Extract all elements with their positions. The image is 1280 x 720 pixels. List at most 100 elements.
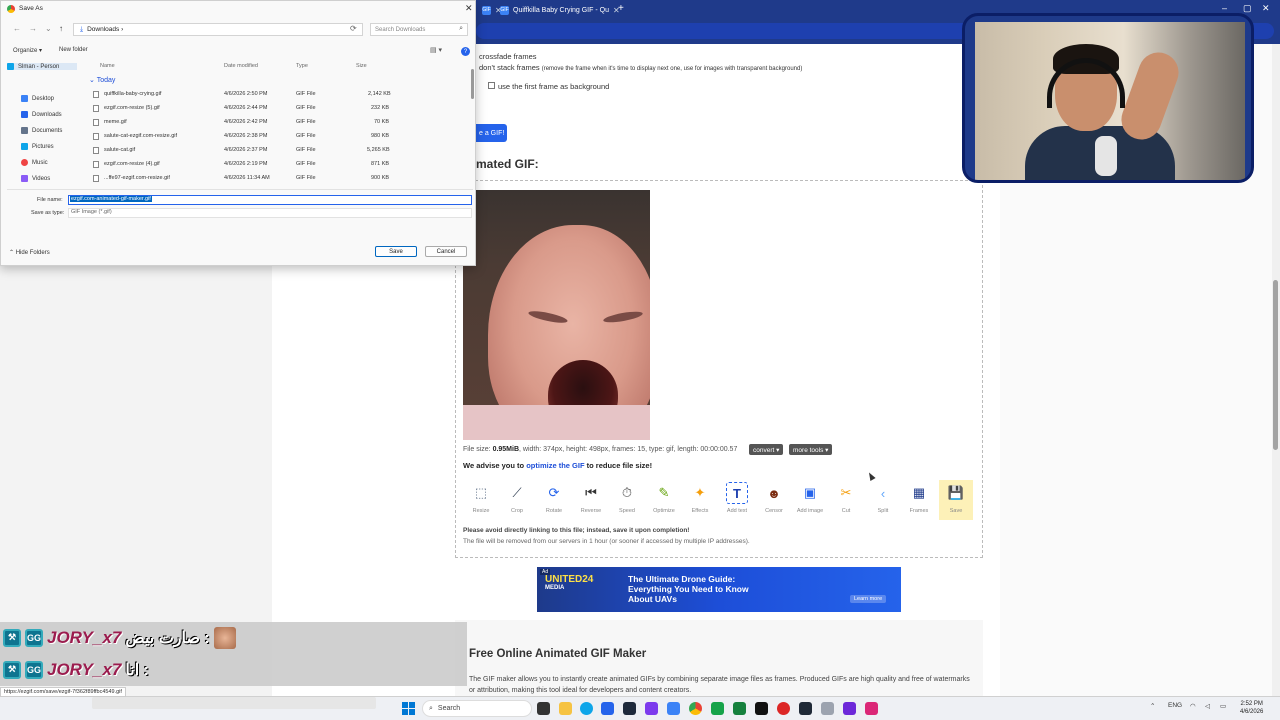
edge-icon[interactable]: [580, 702, 593, 715]
tool-optimize[interactable]: ✎ Optimize: [647, 480, 681, 520]
app-icon[interactable]: [865, 702, 878, 715]
refresh-icon[interactable]: ⟳: [350, 24, 357, 33]
tool-crop[interactable]: ⟋ Crop: [500, 480, 534, 520]
tool-effects[interactable]: ✦ Effects: [683, 480, 717, 520]
new-tab-button[interactable]: +: [618, 3, 624, 14]
group-header-today[interactable]: ⌄ Today: [89, 76, 115, 84]
nav-item-documents[interactable]: Documents: [21, 127, 91, 134]
app-icon[interactable]: [645, 702, 658, 715]
app-icon[interactable]: [777, 702, 790, 715]
crossfade-label: crossfade frames: [479, 52, 537, 61]
maximize-icon[interactable]: ▢: [1243, 3, 1252, 14]
browser-tab[interactable]: GIF ✕: [482, 2, 502, 18]
tiktok-icon[interactable]: [755, 702, 768, 715]
nav-item-pictures[interactable]: Pictures: [21, 143, 91, 150]
minimize-icon[interactable]: –: [1222, 3, 1227, 13]
browser-tab-active[interactable]: GIF Quiffkilla Baby Crying GIF - Qu ✕: [500, 2, 620, 18]
volume-icon[interactable]: ◁: [1205, 702, 1210, 710]
tool-add-text[interactable]: T Add text: [720, 480, 754, 520]
up-arrow-icon[interactable]: ↑: [59, 24, 63, 33]
help-icon[interactable]: ?: [461, 47, 470, 56]
advertisement-banner[interactable]: UNITED24 MEDIA The Ultimate Drone Guide: …: [537, 567, 901, 612]
file-row[interactable]: ezgif.com-resize (4).gif 4/6/2026 2:19 PM…: [93, 160, 468, 171]
language-indicator[interactable]: ENG: [1168, 702, 1182, 709]
app-icon[interactable]: [799, 702, 812, 715]
optimize-link[interactable]: optimize the GIF: [526, 461, 584, 470]
recent-chevron-icon[interactable]: ⌄: [45, 24, 52, 33]
dialog-search-input[interactable]: Search Downloads ⌕: [370, 23, 468, 36]
file-row[interactable]: meme.gif 4/6/2026 2:42 PM GIF File 70 KB: [93, 118, 468, 129]
tool-cut[interactable]: ✂ Cut: [829, 480, 863, 520]
file-row[interactable]: salute-cat.gif 4/6/2026 2:37 PM GIF File 5,…: [93, 146, 468, 157]
cancel-button[interactable]: Cancel: [425, 246, 467, 257]
taskbar-search[interactable]: ⌕ Search: [422, 700, 532, 717]
nav-label: Desktop: [32, 95, 55, 102]
store-icon[interactable]: [601, 702, 614, 715]
app-icon[interactable]: [843, 702, 856, 715]
organize-menu[interactable]: Organize ▾: [13, 47, 42, 54]
tool-frames[interactable]: ▦ Frames: [902, 480, 936, 520]
tool-reverse[interactable]: ⏮ Reverse: [574, 480, 608, 520]
tool-split[interactable]: ‹ Split: [866, 480, 900, 520]
file-row[interactable]: ezgif.com-resize (5).gif 4/6/2026 2:44 PM…: [93, 104, 468, 115]
nav-item-music[interactable]: Music: [21, 159, 91, 166]
nav-item-onedrive[interactable]: Slman - Person: [7, 63, 77, 70]
column-type[interactable]: Type: [296, 63, 308, 69]
taskbar-clock[interactable]: 2:52 PM 4/6/2026: [1240, 700, 1263, 716]
column-date[interactable]: Date modified: [224, 63, 258, 69]
battery-icon[interactable]: ▭: [1220, 702, 1226, 710]
nav-item-videos[interactable]: Videos: [21, 175, 91, 182]
chrome-taskbar-icon[interactable]: [689, 702, 702, 715]
file-row[interactable]: quiffkilla-baby-crying.gif 4/6/2026 2:50 …: [93, 90, 468, 101]
column-name[interactable]: Name: [100, 63, 115, 69]
filename-input[interactable]: ezgif.com-animated-gif-maker.gif: [68, 195, 472, 205]
new-folder-button[interactable]: New folder: [59, 47, 88, 53]
app-icon[interactable]: [667, 702, 680, 715]
tool-add-image[interactable]: ▣ Add image: [793, 480, 827, 520]
dialog-close-icon[interactable]: ✕: [465, 3, 473, 14]
tool-speed[interactable]: ⏱ Speed: [610, 480, 644, 520]
first-frame-checkbox[interactable]: [488, 82, 495, 89]
tool-resize[interactable]: ⬚ Resize: [464, 480, 498, 520]
file-row[interactable]: ...ffe97-ezgif.com-resize.gif 4/6/2026 11…: [93, 174, 468, 185]
more-tools-dropdown[interactable]: more tools ▾: [789, 444, 833, 455]
column-size[interactable]: Size: [356, 63, 367, 69]
savetype-select[interactable]: GIF Image (*.gif): [68, 208, 472, 218]
windows-start-icon[interactable]: [402, 702, 415, 715]
file-explorer-icon[interactable]: [559, 702, 572, 715]
back-arrow-icon[interactable]: ←: [13, 24, 21, 33]
excel-icon[interactable]: [733, 702, 746, 715]
make-gif-button[interactable]: e a GIF!: [474, 124, 507, 142]
file-row[interactable]: salute-cat-ezgif.com-resize.gif 4/6/2026 …: [93, 132, 468, 143]
file-name: salute-cat.gif: [104, 147, 136, 153]
steam-icon[interactable]: [623, 702, 636, 715]
desktop-icon: [21, 95, 28, 102]
taskbar-preview: [92, 697, 376, 709]
tool-save[interactable]: 💾 Save: [939, 480, 973, 520]
nav-item-desktop[interactable]: Desktop: [21, 95, 91, 102]
dialog-address-bar[interactable]: ⤓ Downloads ›: [73, 23, 363, 36]
wifi-icon[interactable]: ◠: [1190, 702, 1196, 710]
hide-folders-toggle[interactable]: ⌃ Hide Folders: [9, 249, 50, 256]
tab-favicon-icon: GIF: [500, 5, 509, 15]
gif-maker-description: The GIF maker allows you to instantly cr…: [469, 676, 970, 694]
tool-rotate[interactable]: ⟳ Rotate: [537, 480, 571, 520]
window-close-icon[interactable]: ✕: [1262, 3, 1270, 14]
tray-chevron-icon[interactable]: ⌃: [1150, 702, 1155, 710]
output-gif-image[interactable]: [463, 190, 650, 440]
forward-arrow-icon[interactable]: →: [29, 24, 37, 33]
page-scroll-thumb[interactable]: [1273, 280, 1278, 450]
tool-censor[interactable]: ☻ Censor: [757, 480, 791, 520]
nav-item-downloads[interactable]: Downloads: [21, 111, 91, 118]
chat-message: ⚒ GG JORY_x7 انا :: [3, 656, 149, 683]
convert-dropdown[interactable]: convert ▾: [749, 444, 784, 455]
app-icon[interactable]: [821, 702, 834, 715]
task-view-icon[interactable]: [537, 702, 550, 715]
file-list-scrollbar[interactable]: [471, 69, 474, 99]
view-options-icon[interactable]: ▤ ▾: [430, 46, 442, 54]
xbox-icon[interactable]: [711, 702, 724, 715]
section-title: mated GIF:: [476, 157, 539, 171]
save-button[interactable]: Save: [375, 246, 417, 257]
documents-icon: [21, 127, 28, 134]
ad-learn-more[interactable]: Learn more: [850, 595, 887, 603]
